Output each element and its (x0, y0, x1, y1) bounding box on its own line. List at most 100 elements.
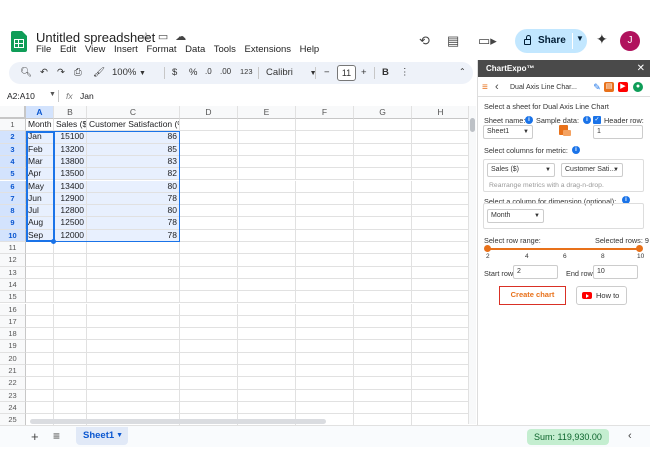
row-header[interactable]: 10 (0, 229, 26, 242)
empty-cell[interactable] (238, 143, 296, 156)
empty-cell[interactable] (238, 266, 296, 279)
empty-cell[interactable] (54, 389, 87, 402)
gemini-icon[interactable]: ✦ (596, 31, 608, 48)
empty-cell[interactable] (54, 377, 87, 390)
empty-cell[interactable] (54, 365, 87, 378)
empty-cell[interactable] (54, 352, 87, 365)
fill-handle[interactable] (51, 239, 56, 244)
start-row-input[interactable]: 2 (513, 265, 558, 279)
empty-cell[interactable] (180, 291, 238, 304)
empty-cell[interactable] (26, 365, 54, 378)
data-cell[interactable]: 78 (87, 217, 180, 230)
sheet-tab-sheet1[interactable]: Sheet1 ▼ (76, 427, 128, 445)
empty-cell[interactable] (354, 303, 412, 316)
menu-file[interactable]: File (36, 44, 51, 55)
sample-data-button[interactable] (537, 125, 587, 139)
empty-cell[interactable] (412, 181, 468, 193)
empty-cell[interactable] (296, 352, 354, 365)
empty-cell[interactable] (238, 340, 296, 353)
row-header[interactable]: 16 (0, 303, 26, 316)
back-icon[interactable]: ‹ (495, 81, 499, 93)
empty-cell[interactable] (354, 131, 412, 144)
empty-cell[interactable] (238, 315, 296, 329)
empty-cell[interactable] (180, 119, 238, 132)
empty-cell[interactable] (87, 254, 180, 267)
empty-cell[interactable] (412, 304, 468, 316)
row-header[interactable]: 8 (0, 205, 26, 218)
share-caret-icon[interactable]: ▼ (576, 34, 584, 43)
empty-cell[interactable] (54, 315, 87, 329)
empty-cell[interactable] (87, 242, 180, 255)
metric-select-1[interactable]: Sales ($) ▼ (487, 163, 555, 177)
data-cell[interactable]: Jun (26, 192, 54, 206)
empty-cell[interactable] (412, 131, 468, 144)
empty-cell[interactable] (180, 401, 238, 415)
empty-cell[interactable] (54, 291, 87, 304)
row-header[interactable]: 9 (0, 217, 26, 230)
empty-cell[interactable] (296, 155, 354, 169)
row-header[interactable]: 19 (0, 340, 26, 353)
empty-cell[interactable] (412, 242, 468, 255)
avatar[interactable]: J (620, 31, 640, 51)
empty-cell[interactable] (54, 401, 87, 415)
empty-cell[interactable] (26, 377, 54, 390)
empty-cell[interactable] (354, 291, 412, 304)
empty-cell[interactable] (54, 278, 87, 292)
empty-cell[interactable] (354, 242, 412, 255)
menu-view[interactable]: View (85, 44, 105, 55)
data-cell[interactable]: May (26, 180, 54, 193)
select-all-corner[interactable] (0, 106, 26, 119)
column-header[interactable]: A (26, 106, 54, 119)
star-icon[interactable]: ☆ (141, 31, 151, 43)
empty-cell[interactable] (180, 389, 238, 402)
empty-cell[interactable] (54, 266, 87, 279)
row-range-slider[interactable] (484, 245, 643, 252)
data-cell[interactable]: 12800 (54, 205, 87, 218)
slider-start-handle[interactable] (484, 245, 491, 252)
empty-cell[interactable] (412, 316, 468, 329)
empty-cell[interactable] (180, 180, 238, 193)
increase-decimal-button[interactable]: .00 (220, 67, 231, 76)
empty-cell[interactable] (180, 131, 238, 144)
header-cell[interactable]: Month (26, 119, 54, 132)
metric-select-2[interactable]: Customer Sati... ▼ (561, 163, 623, 177)
columns-info-icon[interactable]: i (572, 146, 580, 154)
data-cell[interactable]: 13500 (54, 168, 87, 181)
empty-cell[interactable] (412, 340, 468, 353)
menu-edit[interactable]: Edit (60, 44, 76, 55)
empty-cell[interactable] (180, 377, 238, 390)
more-formats-button[interactable]: 123 (240, 67, 253, 76)
empty-cell[interactable] (238, 291, 296, 304)
empty-cell[interactable] (412, 230, 468, 242)
menu-insert[interactable]: Insert (114, 44, 138, 55)
search-menus-icon[interactable]: 🔍︎ (20, 67, 32, 78)
empty-cell[interactable] (180, 155, 238, 169)
empty-cell[interactable] (180, 365, 238, 378)
empty-cell[interactable] (87, 303, 180, 316)
empty-cell[interactable] (87, 266, 180, 279)
empty-cell[interactable] (238, 155, 296, 169)
data-cell[interactable]: 78 (87, 192, 180, 206)
data-cell[interactable]: 82 (87, 168, 180, 181)
name-box-caret-icon[interactable]: ▼ (49, 91, 56, 98)
empty-cell[interactable] (54, 328, 87, 341)
decrease-decimal-button[interactable]: .0 (205, 67, 212, 76)
hide-menus-icon[interactable]: ⌃ (459, 67, 466, 76)
empty-cell[interactable] (412, 328, 468, 341)
zoom-select[interactable]: 100% ▼ (112, 67, 146, 78)
undo-icon[interactable]: ↶ (40, 67, 48, 78)
empty-cell[interactable] (238, 131, 296, 144)
collapse-side-panel-icon[interactable]: ‹ (628, 430, 632, 442)
empty-cell[interactable] (412, 390, 468, 402)
row-header[interactable]: 5 (0, 168, 26, 181)
how-to-button[interactable]: How to (576, 286, 627, 305)
row-header[interactable]: 11 (0, 242, 26, 255)
empty-cell[interactable] (87, 315, 180, 329)
row-header[interactable]: 14 (0, 278, 26, 292)
empty-cell[interactable] (26, 242, 54, 255)
header-row-checkbox[interactable]: ✓ (593, 116, 601, 124)
empty-cell[interactable] (354, 192, 412, 206)
empty-cell[interactable] (412, 353, 468, 365)
empty-cell[interactable] (87, 328, 180, 341)
bold-button[interactable]: B (382, 67, 389, 78)
